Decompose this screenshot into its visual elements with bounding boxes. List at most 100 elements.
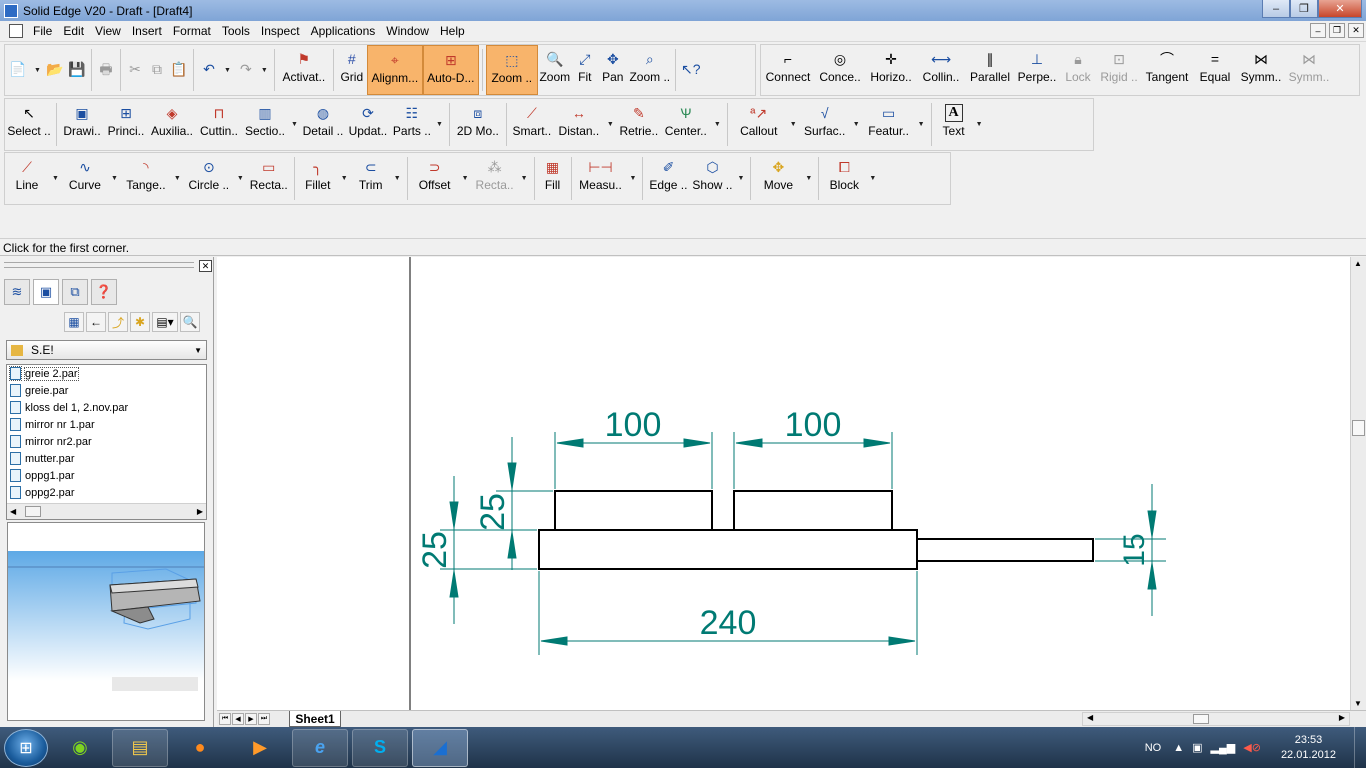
grid-button[interactable]: # Grid bbox=[337, 45, 367, 95]
taskbar-firefox[interactable]: ● bbox=[172, 729, 228, 767]
menu-inspect[interactable]: Inspect bbox=[257, 24, 307, 38]
zoom-in-out-button[interactable]: ⌕ Zoom .. bbox=[628, 45, 672, 95]
equal-button[interactable]: = Equal bbox=[1193, 45, 1237, 95]
list-item[interactable]: greie.par bbox=[7, 382, 206, 399]
tray-app-icon[interactable]: ▣ bbox=[1192, 741, 1202, 754]
auxiliary-view-button[interactable]: ◈ Auxilia.. bbox=[148, 99, 196, 150]
menu-tools[interactable]: Tools bbox=[218, 24, 257, 38]
curve-dropdown-arrow[interactable]: ▼ bbox=[108, 175, 121, 182]
redo-button[interactable]: ↷ bbox=[234, 45, 258, 95]
list-item[interactable]: oppg2.par bbox=[7, 484, 206, 501]
taskbar-internet-explorer[interactable]: e bbox=[292, 728, 348, 767]
menu-view[interactable]: View bbox=[91, 24, 128, 38]
scroll-right-icon[interactable]: ▶ bbox=[197, 507, 203, 516]
horizontal-scrollbar[interactable]: ◀ ▶ bbox=[1082, 712, 1350, 726]
taskbar-explorer[interactable]: ▤ bbox=[112, 728, 168, 767]
list-item[interactable]: mutter.par bbox=[7, 450, 206, 467]
lock-button[interactable]: 🔒︎ Lock bbox=[1059, 45, 1097, 95]
taskbar-media-player[interactable]: ▶ bbox=[232, 729, 288, 767]
list-item[interactable]: kloss del 1, 2.nov.par bbox=[7, 399, 206, 416]
file-list-scrollbar[interactable]: ◀ ▶ bbox=[7, 503, 206, 519]
taskbar-skype[interactable]: S bbox=[352, 728, 408, 767]
retrieve-dimensions-button[interactable]: ✎ Retrie.. bbox=[617, 99, 661, 150]
vertical-scrollbar-thumb[interactable] bbox=[1352, 420, 1365, 436]
show-hide-button[interactable]: ⬡ Show .. bbox=[690, 153, 734, 204]
scroll-left-icon[interactable]: ◀ bbox=[10, 507, 16, 516]
section-view-dropdown-arrow[interactable]: ▼ bbox=[288, 121, 301, 128]
search-button[interactable]: 🔍 bbox=[180, 312, 200, 332]
text-dropdown-arrow[interactable]: ▼ bbox=[973, 121, 986, 128]
up-folder-button[interactable]: ⤴ bbox=[108, 312, 128, 332]
app-icon[interactable] bbox=[4, 3, 18, 18]
rigid-set-button[interactable]: ⊡ Rigid .. bbox=[1097, 45, 1141, 95]
fillet-dropdown-arrow[interactable]: ▼ bbox=[338, 175, 351, 182]
line-dropdown-arrow[interactable]: ▼ bbox=[49, 175, 62, 182]
new-button[interactable]: 📄 bbox=[5, 45, 31, 95]
auto-dimension-button[interactable]: ⊞ Auto-D... bbox=[422, 45, 479, 95]
redo-dropdown-arrow[interactable]: ▼ bbox=[258, 67, 271, 74]
activate-button[interactable]: ⚑ Activat.. bbox=[278, 45, 330, 95]
principal-view-button[interactable]: ⊞ Princi.. bbox=[104, 99, 148, 150]
perpendicular-button[interactable]: ⊥ Perpe.. bbox=[1015, 45, 1059, 95]
list-item[interactable]: oppg1.par bbox=[7, 467, 206, 484]
rectangle-button[interactable]: ▭ Recta.. bbox=[247, 153, 291, 204]
whats-this-button[interactable]: ↖? bbox=[679, 45, 703, 95]
undo-button[interactable]: ↶ bbox=[197, 45, 221, 95]
tab-layers[interactable]: ≋ bbox=[4, 279, 30, 305]
taskbar-spotify[interactable]: ◉ bbox=[52, 729, 108, 767]
vertical-scrollbar[interactable]: ▲ ▼ bbox=[1350, 257, 1366, 710]
update-views-button[interactable]: ⟳ Updat.. bbox=[345, 99, 391, 150]
concentric-button[interactable]: ◎ Conce.. bbox=[815, 45, 865, 95]
pattern-dropdown-arrow[interactable]: ▼ bbox=[518, 175, 531, 182]
doc-restore-button[interactable]: ❐ bbox=[1329, 23, 1345, 38]
first-sheet-button[interactable]: ⏮ bbox=[219, 713, 231, 725]
close-button[interactable]: ✕ bbox=[1318, 0, 1362, 18]
dimension-left-outer[interactable]: 25 bbox=[416, 531, 454, 569]
alignment-button[interactable]: ⌖ Alignm... bbox=[366, 45, 423, 95]
curve-button[interactable]: ∿ Curve bbox=[62, 153, 108, 204]
show-desktop-button[interactable] bbox=[1354, 727, 1366, 768]
cut-button[interactable]: ✂ bbox=[124, 45, 146, 95]
parts-list-button[interactable]: ☷ Parts .. bbox=[391, 99, 433, 150]
shaft-rectangle[interactable] bbox=[916, 538, 1094, 562]
trim-button[interactable]: ⊂ Trim bbox=[351, 153, 391, 204]
parts-list-dropdown-arrow[interactable]: ▼ bbox=[433, 121, 446, 128]
dimension-top-right[interactable]: 100 bbox=[785, 406, 842, 444]
zoom-area-button[interactable]: ⬚ Zoom .. bbox=[485, 45, 538, 95]
maximize-button[interactable]: ❐ bbox=[1290, 0, 1318, 18]
horizontal-scrollbar-thumb[interactable] bbox=[1193, 714, 1209, 724]
move-dropdown-arrow[interactable]: ▼ bbox=[802, 175, 815, 182]
open-button[interactable]: 📂 bbox=[44, 45, 66, 95]
trim-dropdown-arrow[interactable]: ▼ bbox=[391, 175, 404, 182]
scroll-left-icon[interactable]: ◀ bbox=[1087, 713, 1093, 722]
offset-dropdown-arrow[interactable]: ▼ bbox=[459, 175, 472, 182]
tangent-arc-dropdown-arrow[interactable]: ▼ bbox=[171, 175, 184, 182]
fill-button[interactable]: ▦ Fill bbox=[538, 153, 568, 204]
block-button[interactable]: ⧠ Block bbox=[822, 153, 866, 204]
horizontal-vertical-button[interactable]: ✛ Horizo.. bbox=[865, 45, 917, 95]
dimension-left-inner[interactable]: 25 bbox=[474, 493, 512, 531]
fit-button[interactable]: ⤢ Fit bbox=[572, 45, 598, 95]
new-folder-button[interactable]: ✱ bbox=[130, 312, 150, 332]
tab-library[interactable]: ▣ bbox=[33, 279, 59, 305]
pane-grip[interactable] bbox=[4, 262, 194, 268]
collinear-button[interactable]: ⟷ Collin.. bbox=[917, 45, 965, 95]
tab-properties[interactable]: ❓ bbox=[91, 279, 117, 305]
connect-button[interactable]: ⌐ Connect bbox=[761, 45, 815, 95]
smart-dimension-button[interactable]: ⟋ Smart.. bbox=[510, 99, 554, 150]
tangent-button[interactable]: ⌒ Tangent bbox=[1141, 45, 1193, 95]
pane-close-icon[interactable]: ✕ bbox=[199, 260, 212, 272]
paste-button[interactable]: 📋 bbox=[168, 45, 190, 95]
menu-insert[interactable]: Insert bbox=[128, 24, 169, 38]
folder-select[interactable]: S.E! ▼ bbox=[6, 340, 207, 360]
view-thumbnails-button[interactable]: ▦ bbox=[64, 312, 84, 332]
measure-button[interactable]: ⊢⊣ Measu.. bbox=[575, 153, 627, 204]
circle-dropdown-arrow[interactable]: ▼ bbox=[234, 175, 247, 182]
last-sheet-button[interactable]: ⏭ bbox=[258, 713, 270, 725]
center-mark-button[interactable]: Ѱ Center.. bbox=[661, 99, 711, 150]
section-view-button[interactable]: ▥ Sectio.. bbox=[242, 99, 288, 150]
move-button[interactable]: ✥ Move bbox=[754, 153, 802, 204]
clock[interactable]: 23:53 22.01.2012 bbox=[1281, 733, 1336, 763]
callout-dropdown-arrow[interactable]: ▼ bbox=[787, 121, 800, 128]
start-button[interactable]: ⊞ bbox=[4, 728, 48, 767]
